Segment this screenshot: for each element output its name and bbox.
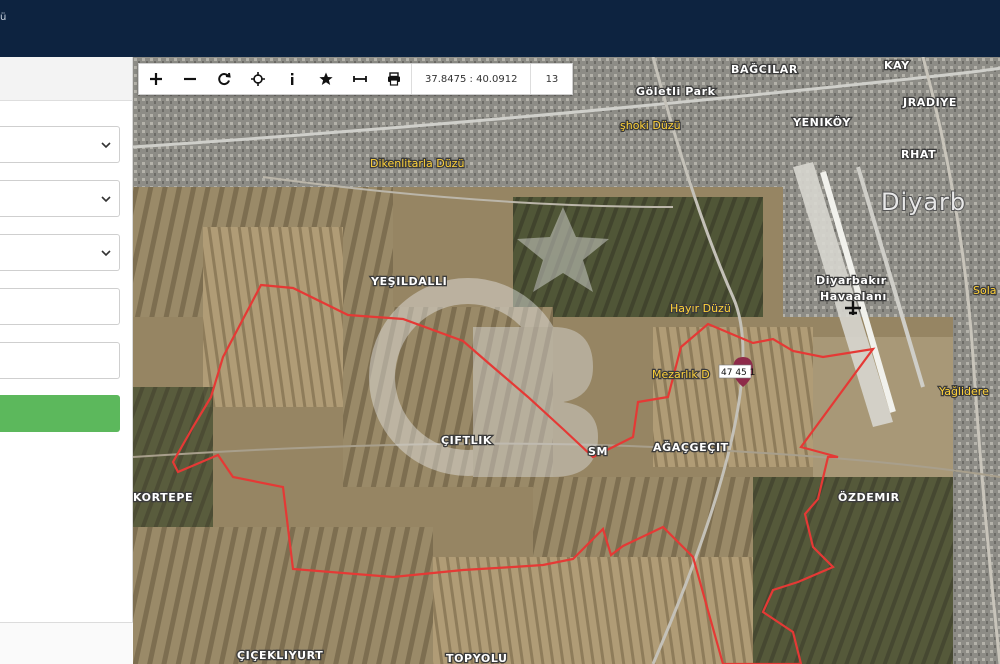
province-select[interactable] — [0, 126, 120, 163]
map-label-airport1: Diyarbakır — [816, 274, 887, 287]
parcel-input[interactable] — [0, 342, 120, 379]
plus-icon — [150, 73, 162, 85]
crosshair-icon — [251, 72, 265, 86]
filter-sidebar — [0, 57, 133, 664]
map-label-ozdemir: ÖZDEMIR — [838, 490, 900, 504]
print-icon — [388, 72, 400, 86]
neighborhood-select[interactable] — [0, 234, 120, 271]
map-label-hayir: Hayır Düzü — [670, 302, 731, 315]
map-label-ciftlik: ÇIFTLIK — [441, 434, 492, 447]
info-button[interactable] — [275, 64, 309, 94]
map-label-cicekliyurt: ÇIÇEKLIYURT — [237, 649, 323, 662]
map-label-yenikoy: YENIKÖY — [792, 115, 851, 129]
zoom-out-button[interactable] — [173, 64, 207, 94]
refresh-icon — [218, 72, 231, 85]
favorite-button[interactable] — [309, 64, 343, 94]
map-label-goletli: Göletli Park — [636, 85, 716, 98]
chevron-down-icon — [101, 250, 111, 257]
map-label-kortepe: KORTEPE — [133, 491, 193, 504]
chevron-down-icon — [101, 142, 111, 149]
zoom-level-readout: 13 — [530, 64, 572, 94]
chevron-down-icon — [101, 196, 111, 203]
locate-button[interactable] — [241, 64, 275, 94]
measure-icon — [353, 76, 367, 82]
map-label-yaglidere: Yağlidere — [938, 385, 989, 398]
parcel-number-label: 47 45 1 — [721, 368, 755, 378]
star-icon — [319, 72, 333, 85]
map-label-dikenli: Dikenlitarla Düzü — [370, 157, 464, 170]
block-input[interactable] — [0, 288, 120, 325]
minus-icon — [184, 77, 196, 81]
sidebar-header — [0, 57, 132, 101]
satellite-map[interactable]: 47 45 1 BAĞCILAR KAY Göletli Park JRADIY… — [133, 57, 1000, 664]
map-label-diyarb: Diyarb — [881, 188, 966, 216]
query-button[interactable] — [0, 395, 120, 432]
map-label-bagcilar: BAĞCILAR — [731, 63, 798, 76]
map-label-rhat: RHAT — [901, 148, 936, 161]
sidebar-footer — [0, 622, 133, 664]
district-select[interactable] — [0, 180, 120, 217]
map-label-sohoki: şhoki Düzü — [620, 119, 681, 132]
zoom-in-button[interactable] — [139, 64, 173, 94]
coordinate-readout: 37.8475 : 40.0912 — [411, 64, 530, 94]
map-label-topyolu: TOPYOLU — [446, 652, 508, 664]
map-label-sm: SM — [588, 445, 608, 458]
map-label-solak: Sola — [973, 284, 997, 297]
measure-button[interactable] — [343, 64, 377, 94]
map-label-kay: KAY — [884, 59, 910, 72]
refresh-button[interactable] — [207, 64, 241, 94]
header-text: ü — [0, 12, 7, 23]
map-label-agacgecit: AĞAÇGEÇIT — [653, 441, 729, 454]
map-label-airport2: Havaalanı — [820, 290, 887, 303]
top-navbar: ü — [0, 0, 1000, 57]
map-label-mezarlik: Mezarlık D — [652, 368, 710, 381]
map-toolbar: 37.8475 : 40.0912 13 — [138, 63, 574, 95]
map-label-jradiye: JRADIYE — [902, 96, 957, 109]
map-view[interactable]: 47 45 1 BAĞCILAR KAY Göletli Park JRADIY… — [133, 57, 1000, 664]
map-label-yesildalli: YEŞILDALLI — [370, 275, 447, 288]
print-button[interactable] — [377, 64, 411, 94]
info-icon — [291, 73, 294, 85]
